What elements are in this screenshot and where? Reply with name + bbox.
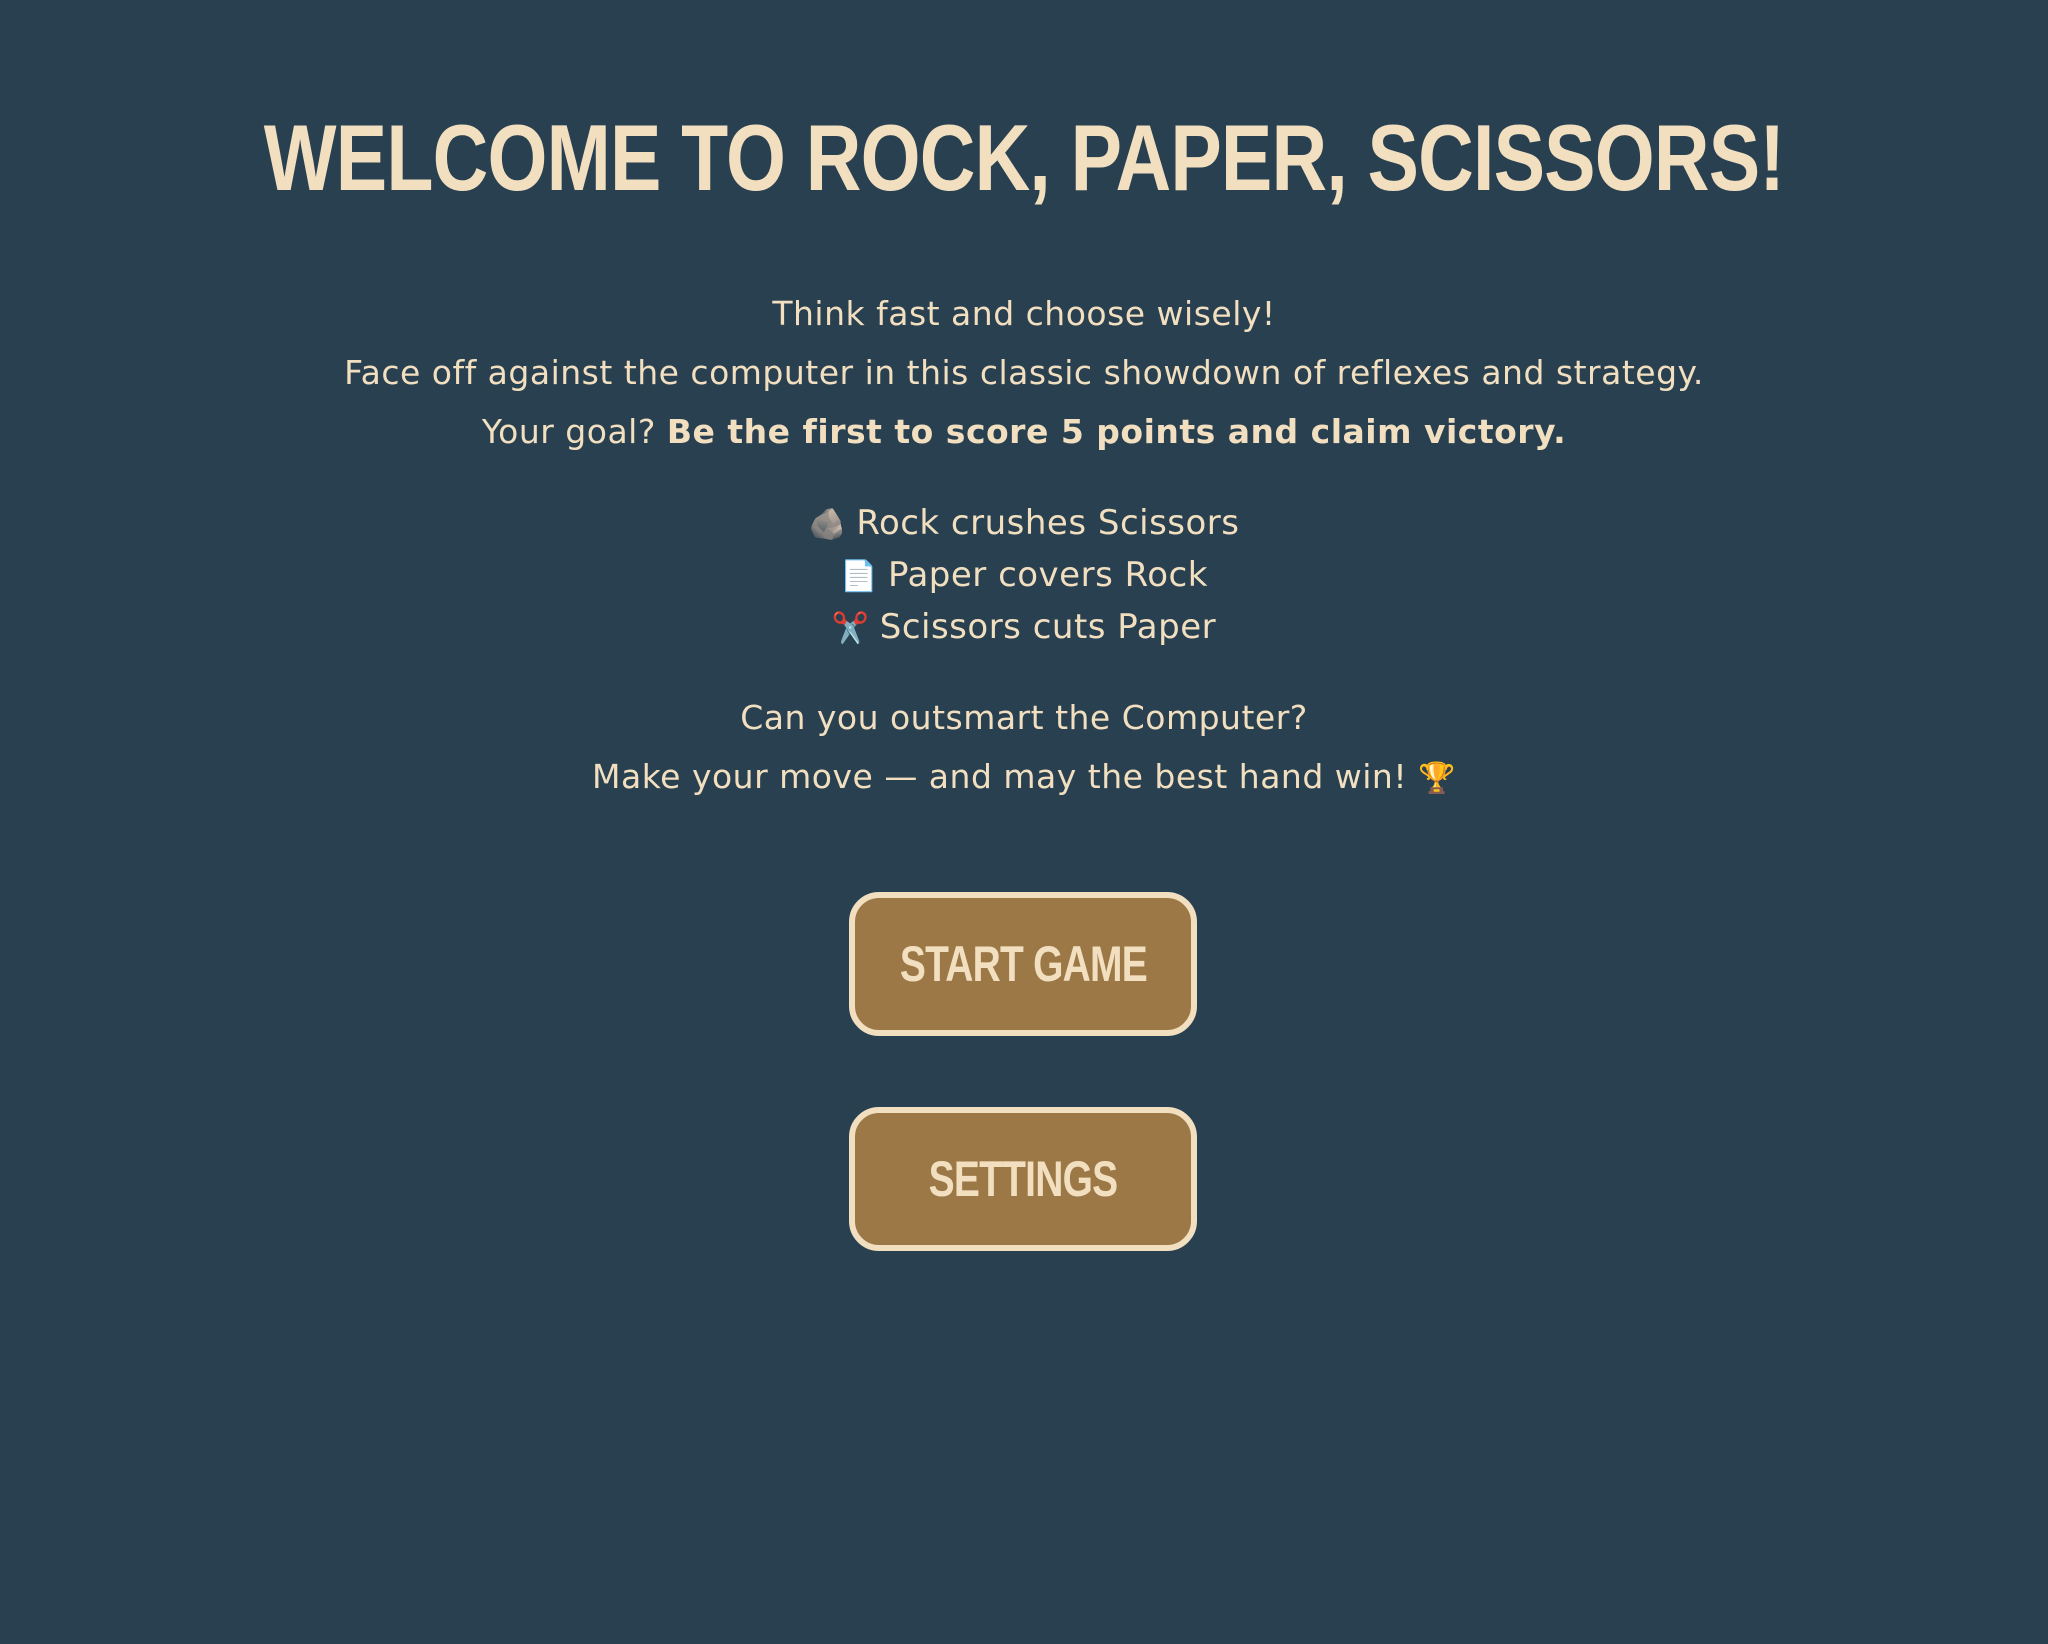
intro-line-3: Your goal? Be the first to score 5 point…: [0, 402, 2048, 461]
rule-scissors: ✂️ Scissors cuts Paper: [0, 602, 2048, 654]
intro-line-2: Face off against the computer in this cl…: [344, 353, 1704, 392]
scissors-icon: ✂️: [831, 611, 870, 646]
settings-label: SETTINGS: [928, 1151, 1119, 1207]
welcome-screen: WELCOME TO ROCK, PAPER, SCISSORS! Think …: [0, 0, 2048, 1644]
start-game-label: START GAME: [899, 936, 1147, 992]
outro-text: Can you outsmart the Computer? Make your…: [0, 688, 2048, 808]
goal-text: Be the first to score 5 points and claim…: [666, 412, 1567, 451]
rule-paper: 📄 Paper covers Rock: [0, 550, 2048, 602]
start-game-button[interactable]: START GAME: [849, 892, 1197, 1036]
goal-prefix: Your goal?: [481, 412, 667, 451]
rules-list: 🪨 Rock crushes Scissors 📄 Paper covers Roc…: [0, 498, 2048, 654]
rule-scissors-text: Scissors cuts Paper: [879, 607, 1217, 647]
paper-icon: 📄: [840, 559, 878, 594]
rule-rock-text: Rock crushes Scissors: [856, 503, 1240, 543]
intro-text: Think fast and choose wisely! Face off a…: [0, 284, 2048, 461]
rule-paper-text: Paper covers Rock: [887, 555, 1208, 595]
trophy-icon: 🏆: [1418, 761, 1456, 796]
rock-icon: 🪨: [808, 507, 847, 542]
page-title: WELCOME TO ROCK, PAPER, SCISSORS!: [263, 105, 1785, 210]
intro-line-1: Think fast and choose wisely!: [772, 294, 1276, 333]
settings-button[interactable]: SETTINGS: [849, 1107, 1197, 1251]
outro-line-2: Make your move — and may the best hand w…: [0, 747, 2048, 808]
rule-rock: 🪨 Rock crushes Scissors: [0, 498, 2048, 550]
outro-line-1: Can you outsmart the Computer?: [740, 698, 1308, 737]
outro-line-2-text: Make your move — and may the best hand w…: [592, 757, 1408, 796]
